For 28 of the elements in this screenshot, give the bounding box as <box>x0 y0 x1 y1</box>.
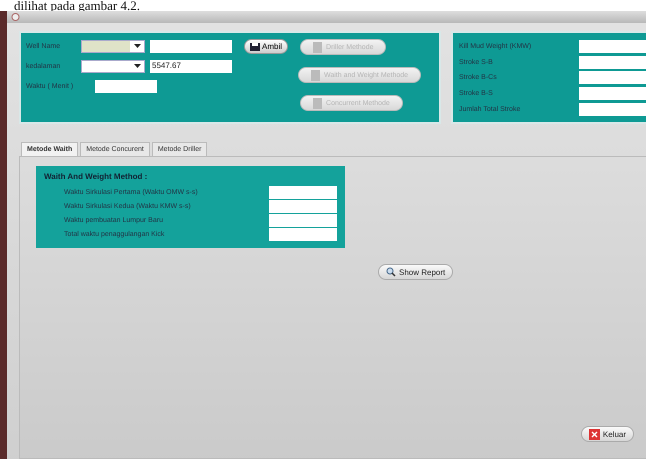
input-field[interactable] <box>269 186 337 198</box>
show-report-button[interactable]: Show Report <box>378 264 454 280</box>
dropdown[interactable] <box>81 40 145 52</box>
input-field[interactable] <box>579 71 646 84</box>
input-field[interactable] <box>579 40 646 54</box>
panel-title: Waith And Weight Method : <box>44 172 148 181</box>
caret-icon <box>134 64 140 68</box>
input-field[interactable] <box>269 200 337 212</box>
dropdown[interactable] <box>81 60 145 72</box>
ambil-button[interactable]: Ambil <box>244 39 288 54</box>
close-icon <box>588 428 600 440</box>
input-field[interactable] <box>579 102 646 116</box>
document-caption: dilihat pada gambar 4.2. <box>13 0 141 11</box>
caret-icon <box>134 44 140 48</box>
input-field[interactable] <box>150 40 232 52</box>
input-field[interactable] <box>579 87 646 100</box>
search-icon <box>386 267 396 277</box>
app-icon <box>11 13 20 21</box>
input-field[interactable] <box>95 80 157 92</box>
document-icon <box>313 98 322 108</box>
save-icon <box>250 42 260 51</box>
document-icon <box>311 70 320 80</box>
document-icon <box>313 42 322 52</box>
exit-button[interactable]: Keluar <box>580 426 634 442</box>
input-field[interactable] <box>269 228 337 240</box>
input-field[interactable]: 5547.67 <box>150 60 232 72</box>
input-field[interactable] <box>269 214 337 226</box>
input-field[interactable] <box>579 56 646 69</box>
